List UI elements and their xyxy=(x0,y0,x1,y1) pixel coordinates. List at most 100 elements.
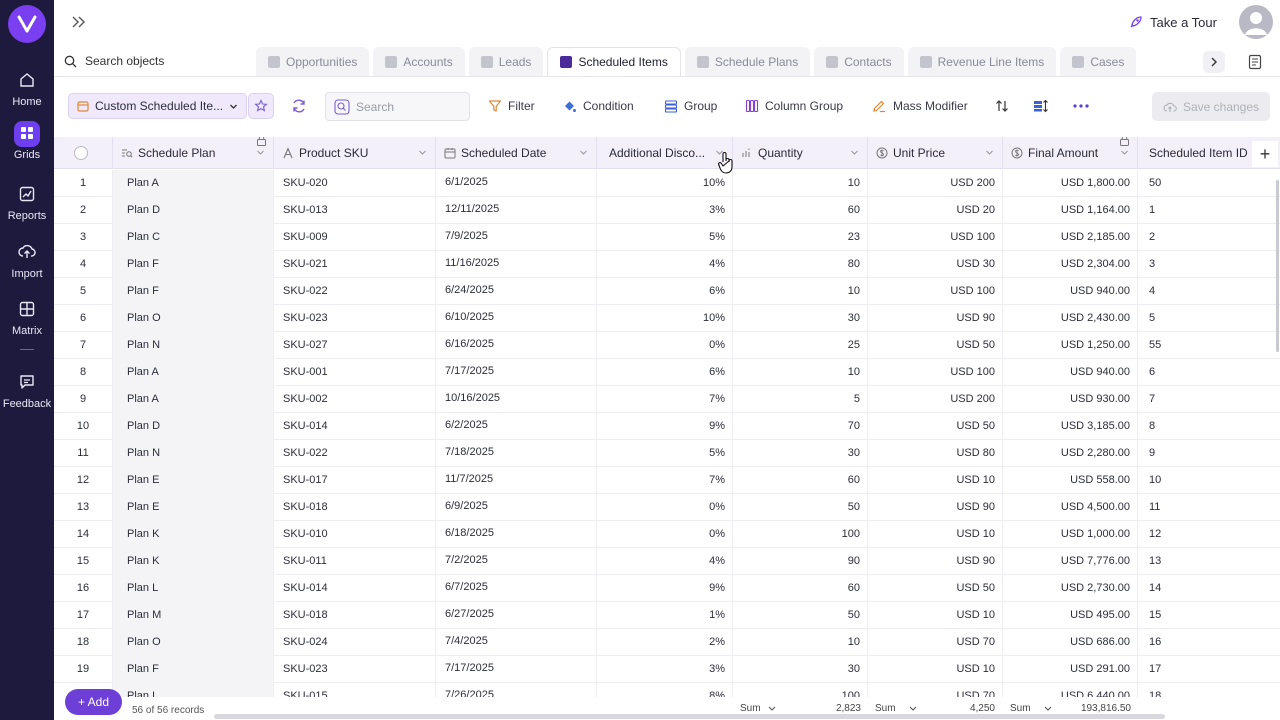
nav-matrix[interactable]: Matrix xyxy=(0,297,54,337)
nav-import[interactable]: Import xyxy=(0,240,54,280)
table-row[interactable]: 9 Plan A SKU-002 10/16/2025 7% 5 USD 200 USD 93… xyxy=(54,386,1280,413)
tab-contacts[interactable]: Contacts xyxy=(814,47,904,76)
table-row[interactable]: 4 Plan F SKU-021 11/16/2025 4% 80 USD 30 USD 2,… xyxy=(54,251,1280,278)
nav-feedback[interactable]: Feedback xyxy=(0,370,54,410)
row-number[interactable]: 1 xyxy=(54,170,113,197)
cell-product-sku[interactable]: SKU-022 xyxy=(274,278,436,305)
cell-additional-discount[interactable]: 9% xyxy=(597,413,733,440)
cell-schedule-plan[interactable]: Plan K xyxy=(113,521,274,548)
cell-unit-price[interactable]: USD 10 xyxy=(868,656,1003,683)
cell-scheduled-date[interactable]: 6/2/2025 xyxy=(436,413,597,440)
cell-product-sku[interactable]: SKU-018 xyxy=(274,494,436,521)
tab-revenue-line-items[interactable]: Revenue Line Items xyxy=(907,47,1057,76)
save-changes-button[interactable]: Save changes xyxy=(1152,92,1270,121)
cell-product-sku[interactable]: SKU-011 xyxy=(274,548,436,575)
cell-quantity[interactable]: 25 xyxy=(733,332,868,359)
cell-schedule-plan[interactable]: Plan L xyxy=(113,683,274,697)
cell-schedule-plan[interactable]: Plan A xyxy=(113,170,274,197)
cell-scheduled-item-id[interactable]: 10 xyxy=(1138,467,1280,494)
cell-additional-discount[interactable]: 5% xyxy=(597,440,733,467)
cell-scheduled-item-id[interactable]: 18 xyxy=(1138,683,1280,697)
cell-final-amount[interactable]: USD 291.00 xyxy=(1003,656,1138,683)
row-number[interactable]: 6 xyxy=(54,305,113,332)
grid-search-input[interactable]: Search xyxy=(325,92,470,121)
row-number[interactable]: 13 xyxy=(54,494,113,521)
cell-additional-discount[interactable]: 2% xyxy=(597,629,733,656)
cell-product-sku[interactable]: SKU-002 xyxy=(274,386,436,413)
cell-unit-price[interactable]: USD 90 xyxy=(868,305,1003,332)
cell-scheduled-item-id[interactable]: 11 xyxy=(1138,494,1280,521)
cell-scheduled-date[interactable]: 7/18/2025 xyxy=(436,440,597,467)
cell-scheduled-item-id[interactable]: 50 xyxy=(1138,170,1280,197)
cell-additional-discount[interactable]: 4% xyxy=(597,548,733,575)
favorite-view-button[interactable] xyxy=(248,93,274,119)
cell-scheduled-date[interactable]: 6/9/2025 xyxy=(436,494,597,521)
cell-final-amount[interactable]: USD 1,250.00 xyxy=(1003,332,1138,359)
cell-scheduled-date[interactable]: 6/18/2025 xyxy=(436,521,597,548)
cell-scheduled-item-id[interactable]: 14 xyxy=(1138,575,1280,602)
cell-additional-discount[interactable]: 1% xyxy=(597,602,733,629)
cell-scheduled-item-id[interactable]: 16 xyxy=(1138,629,1280,656)
cell-quantity[interactable]: 30 xyxy=(733,656,868,683)
row-number[interactable]: 17 xyxy=(54,602,113,629)
table-row[interactable]: 10 Plan D SKU-014 6/2/2025 9% 70 USD 50 USD 3,1… xyxy=(54,413,1280,440)
condition-button[interactable]: Condition xyxy=(562,97,634,115)
cell-quantity[interactable]: 70 xyxy=(733,413,868,440)
table-row[interactable]: 19 Plan F SKU-023 7/17/2025 3% 30 USD 10 USD 29… xyxy=(54,656,1280,683)
cell-quantity[interactable]: 100 xyxy=(733,521,868,548)
cell-unit-price[interactable]: USD 90 xyxy=(868,548,1003,575)
cell-quantity[interactable]: 5 xyxy=(733,386,868,413)
table-row[interactable]: 20Plan LSKU-0157/26/20258%100USD 70USD 6… xyxy=(54,683,1280,697)
tab-list-icon[interactable] xyxy=(1248,54,1262,70)
cell-unit-price[interactable]: USD 100 xyxy=(868,278,1003,305)
cell-scheduled-date[interactable]: 6/1/2025 xyxy=(436,170,597,197)
cell-schedule-plan[interactable]: Plan F xyxy=(113,251,274,278)
cell-product-sku[interactable]: SKU-027 xyxy=(274,332,436,359)
cell-product-sku[interactable]: SKU-014 xyxy=(274,575,436,602)
cell-final-amount[interactable]: USD 6,440.00 xyxy=(1003,683,1138,697)
cell-final-amount[interactable]: USD 3,185.00 xyxy=(1003,413,1138,440)
unit-price-aggregate-selector[interactable]: Sum xyxy=(875,703,920,714)
cell-unit-price[interactable]: USD 10 xyxy=(868,467,1003,494)
cell-additional-discount[interactable]: 8% xyxy=(597,683,733,697)
cell-final-amount[interactable]: USD 2,280.00 xyxy=(1003,440,1138,467)
cell-final-amount[interactable]: USD 1,800.00 xyxy=(1003,170,1138,197)
cell-scheduled-item-id[interactable]: 1 xyxy=(1138,197,1280,224)
column-group-button[interactable]: Column Group xyxy=(745,97,843,115)
cell-scheduled-item-id[interactable]: 5 xyxy=(1138,305,1280,332)
column-header-unit-price[interactable]: Unit Price xyxy=(868,137,1003,169)
cell-product-sku[interactable]: SKU-010 xyxy=(274,521,436,548)
cell-schedule-plan[interactable]: Plan M xyxy=(113,602,274,629)
cell-quantity[interactable]: 30 xyxy=(733,305,868,332)
tab-cases[interactable]: Cases xyxy=(1060,47,1137,76)
cell-scheduled-item-id[interactable]: 17 xyxy=(1138,656,1280,683)
group-button[interactable]: Group xyxy=(664,97,717,115)
cell-quantity[interactable]: 60 xyxy=(733,467,868,494)
select-all-checkbox[interactable] xyxy=(74,146,88,160)
tab-accounts[interactable]: Accounts xyxy=(373,47,465,76)
table-row[interactable]: 17 Plan M SKU-018 6/27/2025 1% 50 USD 10 USD 49… xyxy=(54,602,1280,629)
cell-scheduled-item-id[interactable]: 2 xyxy=(1138,224,1280,251)
row-number[interactable]: 16 xyxy=(54,575,113,602)
table-row[interactable]: 14 Plan K SKU-010 6/18/2025 0% 100 USD 10 USD 1… xyxy=(54,521,1280,548)
cell-final-amount[interactable]: USD 686.00 xyxy=(1003,629,1138,656)
cell-unit-price[interactable]: USD 200 xyxy=(868,386,1003,413)
row-number[interactable]: 19 xyxy=(54,656,113,683)
table-row[interactable]: 16 Plan L SKU-014 6/7/2025 9% 60 USD 50 USD 2,7… xyxy=(54,575,1280,602)
cell-product-sku[interactable]: SKU-001 xyxy=(274,359,436,386)
cell-scheduled-item-id[interactable]: 8 xyxy=(1138,413,1280,440)
row-number[interactable]: 7 xyxy=(54,332,113,359)
table-row[interactable]: 5 Plan F SKU-022 6/24/2025 6% 10 USD 100 USD 94… xyxy=(54,278,1280,305)
cell-schedule-plan[interactable]: Plan O xyxy=(113,305,274,332)
column-header-additional-discount[interactable]: Additional Disco... xyxy=(597,137,733,169)
cell-scheduled-date[interactable]: 6/7/2025 xyxy=(436,575,597,602)
cell-schedule-plan[interactable]: Plan N xyxy=(113,332,274,359)
cell-quantity[interactable]: 60 xyxy=(733,575,868,602)
cell-final-amount[interactable]: USD 2,430.00 xyxy=(1003,305,1138,332)
table-row[interactable]: 7 Plan N SKU-027 6/16/2025 0% 25 USD 50 USD 1,2… xyxy=(54,332,1280,359)
cell-additional-discount[interactable]: 9% xyxy=(597,575,733,602)
row-number[interactable]: 15 xyxy=(54,548,113,575)
cell-scheduled-date[interactable]: 6/27/2025 xyxy=(436,602,597,629)
cell-additional-discount[interactable]: 0% xyxy=(597,521,733,548)
cell-quantity[interactable]: 50 xyxy=(733,602,868,629)
